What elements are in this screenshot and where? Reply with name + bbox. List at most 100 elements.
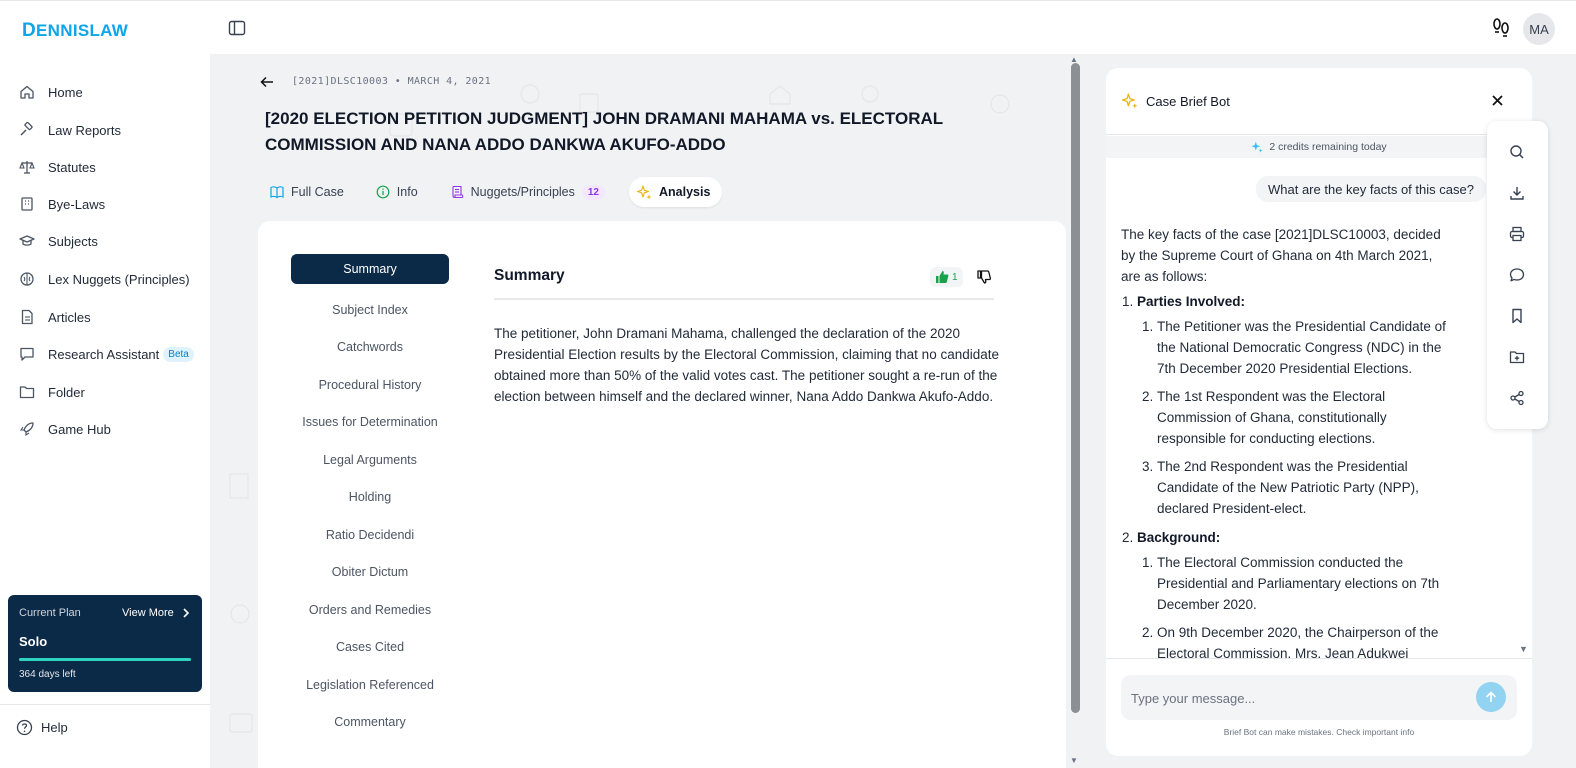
main-scrollbar-thumb[interactable] xyxy=(1071,63,1080,713)
download-icon[interactable] xyxy=(1508,184,1526,202)
tab-info[interactable]: Info xyxy=(368,177,430,207)
list-item: Background: The Electoral Commission con… xyxy=(1137,527,1451,658)
thumbs-down-icon xyxy=(976,270,991,284)
tab-full-case[interactable]: Full Case xyxy=(262,177,356,207)
chevron-right-icon xyxy=(182,608,190,618)
like-button[interactable]: 1 xyxy=(930,267,963,287)
analysis-menu-catchwords[interactable]: Catchwords xyxy=(291,329,449,367)
chat-message-input[interactable] xyxy=(1131,683,1461,713)
sidebar-item-statutes[interactable]: Statutes xyxy=(18,156,96,178)
bot-reply-intro: The key facts of the case [2021]DLSC1000… xyxy=(1121,227,1441,284)
analysis-menu-issues-for-determination[interactable]: Issues for Determination xyxy=(291,404,449,442)
analysis-menu-legal-arguments[interactable]: Legal Arguments xyxy=(291,441,449,479)
send-button[interactable] xyxy=(1476,682,1506,712)
plan-name: Solo xyxy=(19,634,48,649)
sidebar-item-folder[interactable]: Folder xyxy=(18,381,85,403)
share-icon[interactable] xyxy=(1508,389,1526,407)
bot-title: Case Brief Bot xyxy=(1146,93,1230,109)
analysis-menu-procedural-history[interactable]: Procedural History xyxy=(291,366,449,404)
help-link[interactable]: Help xyxy=(16,719,68,736)
bot-divider xyxy=(1106,658,1532,659)
top-bar: DENNISLAW MA xyxy=(0,0,1576,54)
arrow-up-icon xyxy=(1485,691,1497,703)
scroll-up-arrow-icon[interactable]: ▲ xyxy=(1070,55,1078,64)
sidebar: Home Law Reports Statutes Bye-Laws Subje… xyxy=(0,54,210,768)
back-arrow-icon[interactable] xyxy=(260,76,274,88)
beta-badge: Beta xyxy=(163,346,194,362)
analysis-menu-summary[interactable]: Summary xyxy=(291,254,449,284)
view-more-link[interactable]: View More xyxy=(122,607,190,619)
chat-scroll-down-arrow-icon[interactable]: ▼ xyxy=(1519,644,1528,654)
building-icon xyxy=(18,195,36,213)
sidebar-item-subjects[interactable]: Subjects xyxy=(18,230,98,252)
nuggets-count-badge: 12 xyxy=(581,184,605,200)
print-icon[interactable] xyxy=(1508,225,1526,243)
analysis-menu-cases-cited[interactable]: Cases Cited xyxy=(291,629,449,667)
case-brief-bot-panel: Case Brief Bot 2 credits remaining today… xyxy=(1106,68,1532,756)
scroll-icon xyxy=(450,185,464,199)
sidebar-item-law-reports[interactable]: Law Reports xyxy=(18,119,121,141)
case-title: [2020 ELECTION PETITION JUDGMENT] JOHN D… xyxy=(265,109,943,154)
sparkle-icon xyxy=(637,184,652,200)
search-icon[interactable] xyxy=(1508,143,1526,161)
close-icon[interactable] xyxy=(1491,94,1504,107)
bot-disclaimer: Brief Bot can make mistakes. Check impor… xyxy=(1223,727,1415,737)
summary-header: Summary 1 xyxy=(494,267,994,300)
sidebar-divider xyxy=(0,704,210,705)
document-icon xyxy=(18,308,36,326)
analysis-menu-orders-and-remedies[interactable]: Orders and Remedies xyxy=(291,591,449,629)
chat-icon xyxy=(18,345,36,363)
info-icon xyxy=(376,185,390,199)
scale-icon xyxy=(18,158,36,176)
sidebar-toggle-icon[interactable] xyxy=(228,19,246,37)
bookmark-icon[interactable] xyxy=(1508,307,1526,325)
sparkle-icon xyxy=(1251,141,1263,153)
sidebar-item-lex-nuggets[interactable]: Lex Nuggets (Principles) xyxy=(18,268,190,290)
footprints-icon[interactable] xyxy=(1490,17,1512,39)
main-content: [2021]DLSC10003 • MARCH 4, 2021 [2020 EL… xyxy=(210,54,1084,768)
plan-days-left: 364 days left xyxy=(19,669,76,680)
sidebar-item-research-assistant[interactable]: Research Assistant Beta xyxy=(18,343,194,365)
comment-icon[interactable] xyxy=(1508,266,1526,284)
case-citation-date: [2021]DLSC10003 • MARCH 4, 2021 xyxy=(292,76,492,87)
sidebar-item-articles[interactable]: Articles xyxy=(18,306,91,328)
current-plan-card: Current Plan View More Solo 364 days lef… xyxy=(8,595,202,692)
help-icon xyxy=(16,719,33,736)
folder-add-icon[interactable] xyxy=(1508,348,1526,366)
analysis-menu-obiter-dictum[interactable]: Obiter Dictum xyxy=(291,554,449,592)
analysis-menu-subject-index[interactable]: Subject Index xyxy=(291,291,449,329)
sidebar-item-bye-laws[interactable]: Bye-Laws xyxy=(18,193,105,215)
bot-tools xyxy=(1487,121,1548,429)
analysis-card: Summary Subject Index Catchwords Procedu… xyxy=(258,221,1066,768)
list-item: The 1st Respondent was the Electoral Com… xyxy=(1157,386,1451,449)
case-tabs: Full Case Info Nuggets/Principles 12 Ana… xyxy=(262,176,734,208)
analysis-menu-holding[interactable]: Holding xyxy=(291,479,449,517)
bot-reply: The key facts of the case [2021]DLSC1000… xyxy=(1121,224,1451,658)
sidebar-item-game-hub[interactable]: Game Hub xyxy=(18,418,111,440)
user-avatar[interactable]: MA xyxy=(1523,13,1555,45)
like-count: 1 xyxy=(952,271,958,283)
list-item: Parties Involved: The Petitioner was the… xyxy=(1137,291,1451,519)
gavel-icon xyxy=(18,121,36,139)
plan-label: Current Plan xyxy=(19,607,81,619)
sidebar-item-home[interactable]: Home xyxy=(18,81,83,103)
dennislaw-logo[interactable]: DENNISLAW xyxy=(22,20,128,42)
dislike-button[interactable] xyxy=(976,270,991,284)
credits-banner: 2 credits remaining today xyxy=(1106,136,1532,158)
home-icon xyxy=(18,83,36,101)
analysis-menu-legislation-referenced[interactable]: Legislation Referenced xyxy=(291,666,449,704)
book-icon xyxy=(270,185,284,199)
chat-input-box xyxy=(1121,675,1517,720)
analysis-menu-commentary[interactable]: Commentary xyxy=(291,704,449,742)
tab-analysis[interactable]: Analysis xyxy=(629,177,723,207)
tab-nuggets-principles[interactable]: Nuggets/Principles 12 xyxy=(442,177,617,207)
summary-text: The petitioner, John Dramani Mahama, cha… xyxy=(494,326,999,404)
list-item: The Electoral Commission conducted the P… xyxy=(1157,552,1451,615)
analysis-menu-ratio-decidendi[interactable]: Ratio Decidendi xyxy=(291,516,449,554)
graduation-cap-icon xyxy=(18,232,36,250)
chat-history: What are the key facts of this case? The… xyxy=(1106,158,1520,658)
list-item: On 9th December 2020, the Chairperson of… xyxy=(1157,622,1451,658)
plan-progress-bar xyxy=(19,658,191,661)
scroll-down-arrow-icon[interactable]: ▼ xyxy=(1070,756,1078,765)
feedback-buttons: 1 xyxy=(930,267,991,287)
